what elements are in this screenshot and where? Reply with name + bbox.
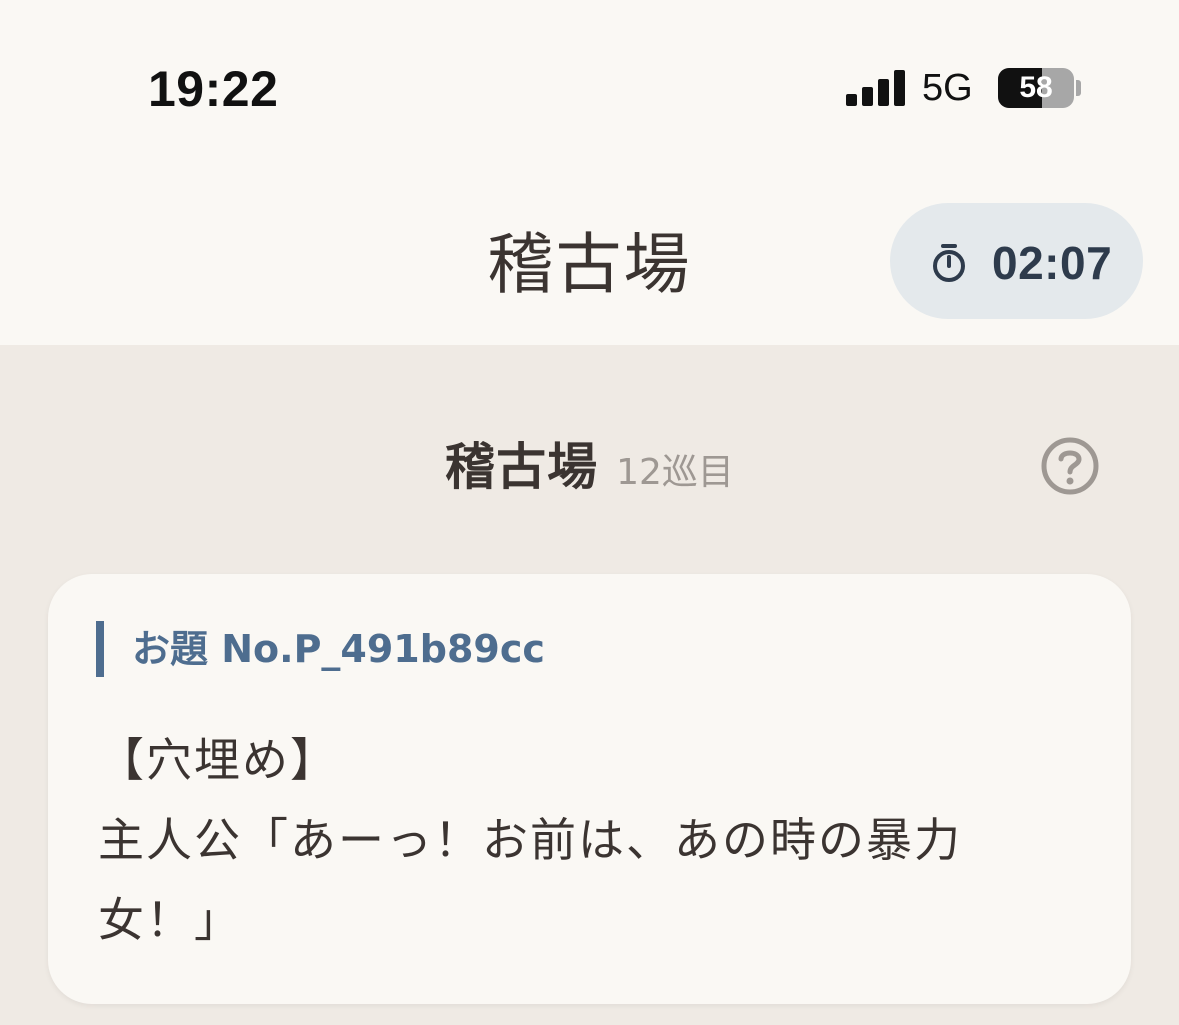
screen: 19:22 5G 58 稽古場 02:07 稽古場 12巡目 お題 No.P_4… <box>0 0 1179 1025</box>
battery-cap <box>1076 80 1081 96</box>
stopwatch-icon <box>933 244 965 282</box>
timer-button[interactable]: 02:07 <box>890 203 1143 319</box>
help-circle-icon[interactable] <box>1040 436 1100 496</box>
section-heading: 稽古場 12巡目 <box>0 432 1179 514</box>
prompt-line: 主人公「あーっ！お前は、あの時の暴力 <box>98 813 962 867</box>
prompt-text: 【穴埋め】 主人公「あーっ！お前は、あの時の暴力 女！」 <box>98 720 1098 960</box>
battery-percent: 58 <box>1019 71 1053 104</box>
battery-icon: 58 <box>998 68 1074 108</box>
round-counter: 12巡目 <box>616 452 734 493</box>
cellular-signal-icon <box>846 70 906 106</box>
section-title: 稽古場 <box>445 438 599 496</box>
network-type: 5G <box>922 67 973 109</box>
prompt-line: 女！」 <box>98 893 242 947</box>
prompt-label: お題 No.P_491b89cc <box>96 621 545 677</box>
prompt-line: 【穴埋め】 <box>98 733 338 787</box>
timer-value: 02:07 <box>992 237 1113 289</box>
status-time: 19:22 <box>148 61 279 117</box>
header-area: 19:22 5G 58 稽古場 02:07 <box>0 0 1179 345</box>
prompt-card: お題 No.P_491b89cc 【穴埋め】 主人公「あーっ！お前は、あの時の暴… <box>48 574 1131 1004</box>
